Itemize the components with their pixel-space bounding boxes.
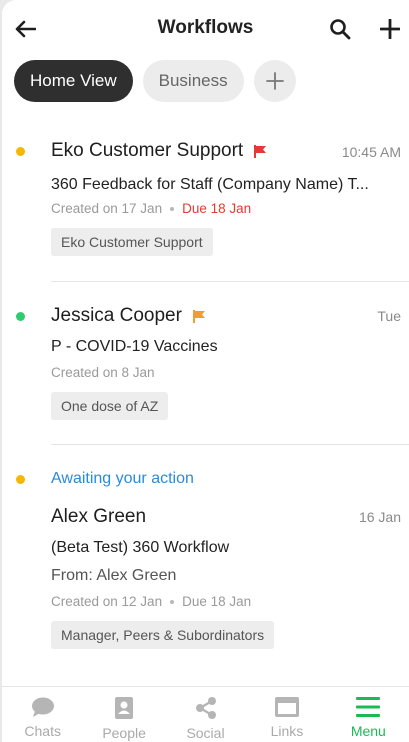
- sender-name: Alex Green: [51, 506, 146, 528]
- nav-chats[interactable]: Chats: [2, 687, 83, 742]
- workflow-subject: P - COVID-19 Vaccines: [51, 338, 218, 355]
- workflow-tag: One dose of AZ: [51, 392, 169, 420]
- due-date: Due 18 Jan: [182, 201, 252, 216]
- sender-name-text: Eko Customer Support: [51, 140, 244, 161]
- nav-label: People: [102, 725, 146, 741]
- due-date: Due 18 Jan: [182, 594, 252, 609]
- action-status: Awaiting your action: [51, 470, 194, 487]
- nav-label: Social: [186, 725, 225, 741]
- chat-icon: [31, 697, 54, 717]
- menu-icon: [356, 697, 381, 717]
- workflow-from: From: Alex Green: [51, 567, 177, 584]
- workflow-subject: 360 Feedback for Staff (Company Name) T.…: [51, 176, 369, 193]
- nav-label: Links: [270, 723, 304, 739]
- nav-people[interactable]: People: [83, 687, 164, 742]
- share-icon: [195, 697, 216, 719]
- nav-menu[interactable]: Menu: [328, 687, 409, 742]
- sender-name-text: Jessica Cooper: [51, 305, 182, 326]
- workflow-tag: Eko Customer Support: [51, 228, 213, 256]
- timestamp: 16 Jan: [358, 509, 401, 525]
- timestamp: Tue: [377, 308, 401, 324]
- created-date: Created on 12 Jan: [51, 594, 163, 609]
- nav-label: Chats: [24, 723, 61, 739]
- list-item[interactable]: Awaiting your action Alex Green 16 Jan (…: [2, 445, 409, 685]
- sender-name: Eko Customer Support: [51, 140, 267, 162]
- flag-icon: [192, 309, 205, 323]
- workflow-subject: (Beta Test) 360 Workflow: [51, 539, 230, 556]
- created-date: Created on 17 Jan: [51, 201, 163, 216]
- status-dot: [16, 312, 25, 321]
- meta-row: Created on 17 Jan Due 18 Jan: [51, 201, 251, 216]
- workflow-tag: Manager, Peers & Subordinators: [51, 621, 275, 649]
- separator-dot: [170, 599, 175, 604]
- timestamp: 10:45 AM: [341, 144, 401, 160]
- created-date: Created on 8 Jan: [51, 365, 155, 380]
- meta-row: Created on 8 Jan: [51, 365, 155, 380]
- nav-links[interactable]: Links: [246, 687, 327, 742]
- list-item[interactable]: Eko Customer Support 10:45 AM 360 Feedba…: [2, 0, 409, 280]
- sender-name-text: Alex Green: [51, 506, 147, 527]
- status-dot: [16, 475, 25, 484]
- workflows-screen: Workflows Home View Business Eko Custome…: [2, 0, 409, 742]
- nav-social[interactable]: Social: [165, 687, 246, 742]
- separator-dot: [170, 206, 175, 211]
- status-dot: [16, 147, 25, 156]
- browser-icon: [274, 697, 299, 717]
- bottom-navigation: Chats People Social Links Menu: [2, 686, 409, 742]
- sender-name: Jessica Cooper: [51, 305, 206, 327]
- meta-row: Created on 12 Jan Due 18 Jan: [51, 594, 251, 609]
- nav-label: Menu: [350, 723, 386, 739]
- flag-icon: [254, 144, 267, 158]
- list-item[interactable]: Jessica Cooper Tue P - COVID-19 Vaccines…: [2, 282, 409, 444]
- contacts-icon: [115, 697, 134, 719]
